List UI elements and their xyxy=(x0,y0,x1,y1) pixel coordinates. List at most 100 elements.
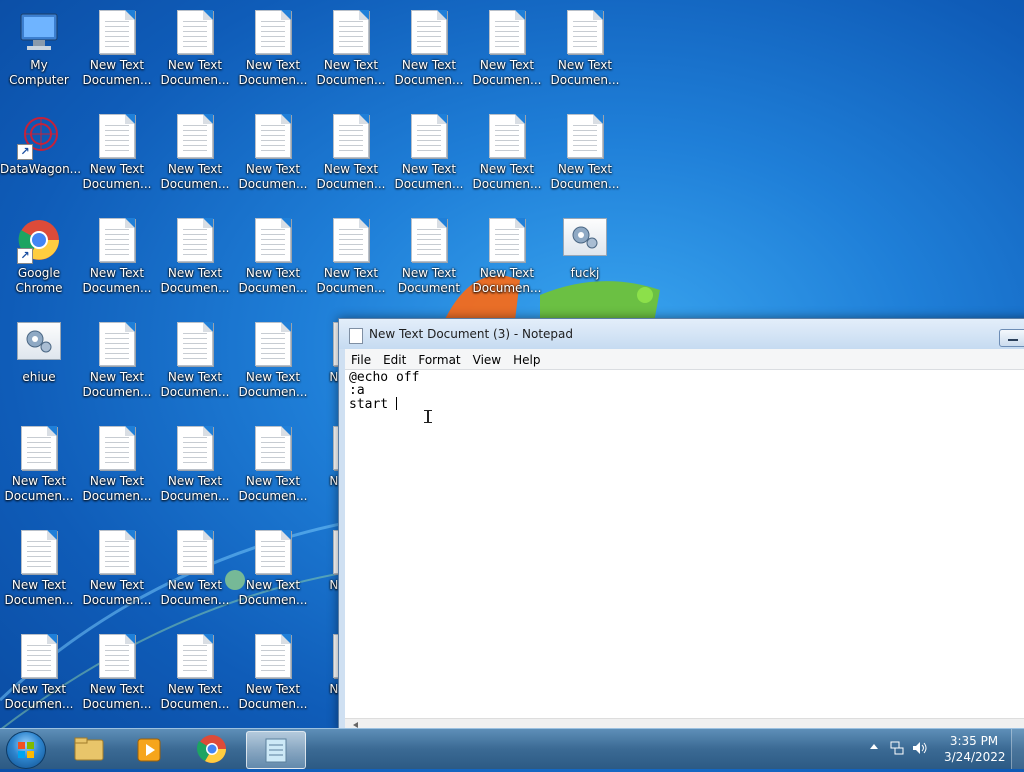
desktop-icon-text-document[interactable]: New Text Documen... xyxy=(0,520,78,620)
desktop-icon-label: DataWagon... xyxy=(0,162,82,176)
text-document-icon xyxy=(485,218,529,264)
taskbar-chrome-button[interactable] xyxy=(183,731,241,767)
desktop-icon-label: New Text Documen... xyxy=(316,58,386,87)
desktop-icon-text-document[interactable]: New Text Documen... xyxy=(78,104,156,204)
desktop-icon-text-document[interactable]: New Text Documen... xyxy=(234,208,312,308)
text-document-icon xyxy=(173,114,217,160)
text-document-icon xyxy=(485,114,529,160)
desktop-icon-text-document[interactable]: New Text Documen... xyxy=(468,104,546,204)
start-button[interactable] xyxy=(6,731,46,769)
desktop-icon-label: New Text Documen... xyxy=(82,370,152,399)
desktop-icon-text-document[interactable]: New Text Documen... xyxy=(78,624,156,724)
windows-flag-icon xyxy=(18,742,34,758)
desktop-icon-text-document[interactable]: New Text Documen... xyxy=(0,416,78,516)
network-icon[interactable] xyxy=(890,741,904,755)
text-document-icon xyxy=(95,218,139,264)
menu-edit[interactable]: Edit xyxy=(377,351,412,369)
desktop-icon-my-computer[interactable]: My Computer xyxy=(0,0,78,100)
desktop-icon-text-document[interactable]: New Text Documen... xyxy=(0,624,78,724)
minimize-button[interactable] xyxy=(999,329,1024,347)
clock[interactable]: 3:35 PM 3/24/2022 xyxy=(944,733,1006,765)
desktop-icon-datawagon[interactable]: ↗ DataWagon... xyxy=(0,104,82,204)
desktop-icon-text-document[interactable]: New Text Documen... xyxy=(78,312,156,412)
text-document-icon xyxy=(251,10,295,56)
desktop-icon-text-document[interactable]: New Text Documen... xyxy=(156,104,234,204)
desktop-icon-text-document[interactable]: New Text Documen... xyxy=(312,104,390,204)
desktop-icon-text-document[interactable]: New Text Documen... xyxy=(546,0,624,100)
chrome-icon: ↗ xyxy=(17,218,61,264)
desktop-icon-label: fuckj xyxy=(570,266,600,280)
taskbar-notepad-button[interactable] xyxy=(246,731,306,769)
taskbar-media-player-button[interactable] xyxy=(120,731,178,767)
editor-line: start xyxy=(349,397,396,412)
desktop-icon-text-document[interactable]: New Text Documen... xyxy=(78,208,156,308)
text-document-icon xyxy=(251,114,295,160)
menu-help[interactable]: Help xyxy=(507,351,546,369)
desktop-icon-text-document[interactable]: New Text Documen... xyxy=(78,416,156,516)
desktop-icon-label: New Text Documen... xyxy=(4,474,74,503)
title-bar[interactable]: New Text Document (3) - Notepad xyxy=(339,319,1024,349)
desktop-icon-label: New Text Documen... xyxy=(160,682,230,711)
text-editor[interactable]: @echo off :a start xyxy=(345,370,1024,731)
desktop-icon-label: New Text Documen... xyxy=(160,474,230,503)
editor-line-current: start xyxy=(349,397,1024,411)
desktop-icon-text-document[interactable]: New Text Documen... xyxy=(468,208,546,308)
notepad-window[interactable]: New Text Document (3) - Notepad File Edit… xyxy=(338,318,1024,732)
text-document-icon xyxy=(173,322,217,368)
desktop-icon-label: New Text Documen... xyxy=(472,162,542,191)
desktop-icon-label: New Text Documen... xyxy=(238,266,308,295)
desktop-icon-text-document[interactable]: New Text Documen... xyxy=(156,312,234,412)
desktop-icon-text-document[interactable]: New Text Documen... xyxy=(234,312,312,412)
desktop-icon-text-document[interactable]: New Text Document xyxy=(390,208,468,308)
text-document-icon xyxy=(251,218,295,264)
desktop-icon-text-document[interactable]: New Text Documen... xyxy=(156,416,234,516)
gear-icon xyxy=(563,218,607,264)
text-document-icon xyxy=(329,10,373,56)
desktop-icon-text-document[interactable]: New Text Documen... xyxy=(234,104,312,204)
desktop-icon-fuckj[interactable]: fuckj xyxy=(546,208,624,308)
desktop-icon-text-document[interactable]: New Text Documen... xyxy=(312,208,390,308)
text-document-icon xyxy=(17,530,61,576)
show-desktop-button[interactable] xyxy=(1011,729,1024,769)
text-document-icon xyxy=(251,322,295,368)
desktop-icon-text-document[interactable]: New Text Documen... xyxy=(156,0,234,100)
desktop-icon-text-document[interactable]: New Text Documen... xyxy=(78,520,156,620)
desktop-icon-text-document[interactable]: New Text Documen... xyxy=(156,624,234,724)
desktop-icon-text-document[interactable]: New Text Documen... xyxy=(234,624,312,724)
desktop-icon-text-document[interactable]: New Text Documen... xyxy=(468,0,546,100)
desktop-icon-label: New Text Documen... xyxy=(550,162,620,191)
desktop-icon-text-document[interactable]: New Text Documen... xyxy=(156,208,234,308)
desktop-icon-label: New Text Documen... xyxy=(394,58,464,87)
desktop-icon-label: New Text Documen... xyxy=(238,58,308,87)
taskbar-explorer-button[interactable] xyxy=(60,731,118,767)
volume-icon[interactable] xyxy=(912,741,928,755)
desktop-icon-text-document[interactable]: New Text Documen... xyxy=(234,0,312,100)
desktop-icon-text-document[interactable]: New Text Documen... xyxy=(78,0,156,100)
editor-line: @echo off xyxy=(349,370,420,385)
menu-format[interactable]: Format xyxy=(412,351,466,369)
desktop-icon-ehiue[interactable]: ehiue xyxy=(0,312,78,412)
desktop-icon-text-document[interactable]: New Text Documen... xyxy=(234,520,312,620)
desktop-icon-label: New Text Documen... xyxy=(394,162,464,191)
desktop-icon-label: Google Chrome xyxy=(15,266,63,295)
desktop-icon-text-document[interactable]: New Text Documen... xyxy=(390,0,468,100)
desktop-icon-text-document[interactable]: New Text Documen... xyxy=(312,0,390,100)
text-document-icon xyxy=(173,218,217,264)
menu-file[interactable]: File xyxy=(345,351,377,369)
desktop-icon-label: New Text Documen... xyxy=(160,162,230,191)
desktop-icon-label: New Text Documen... xyxy=(82,578,152,607)
desktop-icon-google-chrome[interactable]: ↗ Google Chrome xyxy=(0,208,78,308)
desktop-icon-label: New Text Document xyxy=(397,266,461,295)
notepad-icon xyxy=(265,738,287,763)
menu-view[interactable]: View xyxy=(467,351,507,369)
desktop-icon-text-document[interactable]: New Text Documen... xyxy=(156,520,234,620)
system-tray: 3:35 PM 3/24/2022 xyxy=(864,729,1024,769)
desktop-icon-text-document[interactable]: New Text Documen... xyxy=(390,104,468,204)
text-document-icon xyxy=(17,426,61,472)
desktop-icon-text-document[interactable]: New Text Documen... xyxy=(546,104,624,204)
desktop-icon-text-document[interactable]: New Text Documen... xyxy=(234,416,312,516)
show-hidden-icons-icon[interactable] xyxy=(870,744,878,749)
folder-icon xyxy=(74,737,104,761)
text-document-icon xyxy=(407,218,451,264)
computer-icon xyxy=(17,10,61,56)
